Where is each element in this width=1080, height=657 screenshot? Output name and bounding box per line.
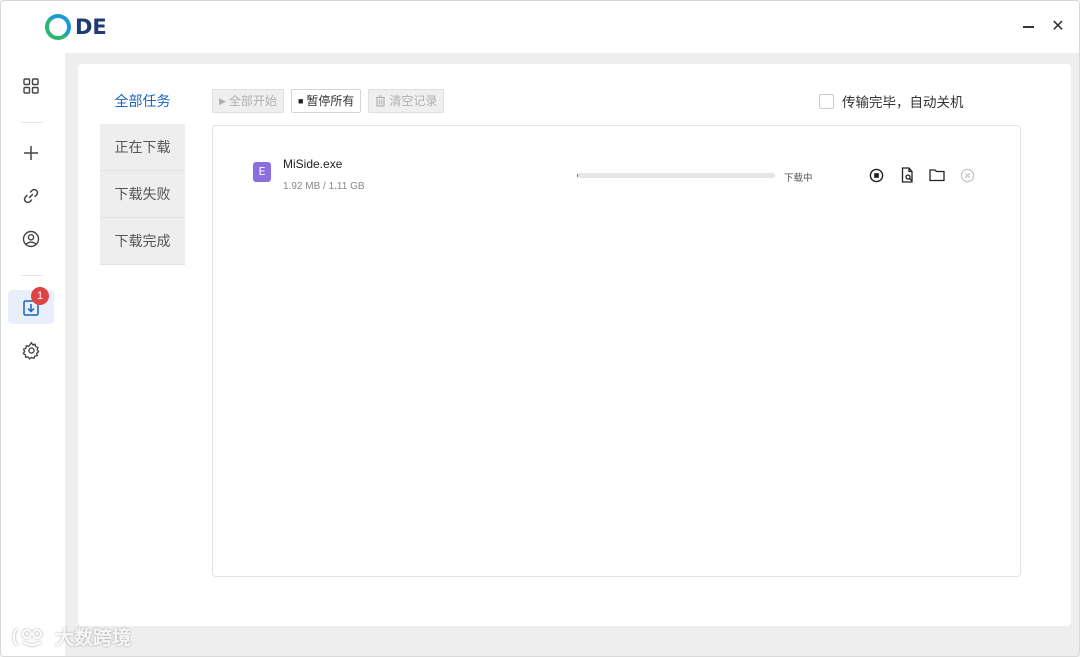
auto-shutdown-option[interactable]: 传输完毕，自动关机 [819, 91, 964, 111]
auto-shutdown-label: 传输完毕，自动关机 [842, 95, 964, 110]
view-file-button[interactable] [897, 165, 917, 185]
tab-completed[interactable]: 下载完成 [100, 218, 185, 265]
gear-icon [21, 341, 40, 360]
download-status: 下载中 [784, 173, 813, 184]
watermark-logo-icon [13, 627, 42, 646]
watermark: 大数跨境 [11, 623, 131, 650]
file-name: MiSide.exe [283, 157, 343, 171]
watermark-text: 大数跨境 [55, 628, 132, 649]
folder-icon [929, 169, 945, 182]
app-window: DE ✕ 1 全部任务 正在下载 下载失败 下载完成 ▶ 全部开始 ■ 暂停所有… [0, 0, 1080, 657]
main-panel: 全部任务 正在下载 下载失败 下载完成 ▶ 全部开始 ■ 暂停所有 清空记录 传… [78, 64, 1071, 626]
tab-downloading[interactable]: 正在下载 [100, 124, 185, 171]
sidebar-item-settings[interactable] [19, 338, 43, 362]
app-logo: DE [45, 13, 107, 41]
minimize-button[interactable] [1018, 17, 1038, 37]
delete-task-button[interactable] [957, 165, 977, 185]
download-progress-bar [577, 173, 775, 178]
stop-circle-icon [869, 168, 883, 182]
plus-icon [24, 146, 38, 160]
progress-fill [577, 173, 578, 178]
toolbar: ▶ 全部开始 ■ 暂停所有 清空记录 [212, 89, 445, 113]
link-icon [23, 188, 39, 204]
download-count-badge: 1 [31, 287, 49, 305]
sidebar-item-link[interactable] [19, 184, 43, 208]
title-bar: DE ✕ [1, 1, 1079, 53]
file-search-icon [901, 167, 913, 183]
user-icon [22, 230, 40, 248]
sidebar-item-add[interactable] [19, 141, 43, 165]
auto-shutdown-checkbox[interactable] [819, 93, 834, 109]
close-button[interactable]: ✕ [1048, 17, 1068, 37]
start-all-button[interactable]: ▶ 全部开始 [212, 89, 284, 113]
pause-all-button[interactable]: ■ 暂停所有 [290, 89, 362, 113]
pause-all-label: 暂停所有 [306, 94, 355, 108]
start-all-label: 全部开始 [228, 94, 277, 108]
open-folder-button[interactable] [927, 165, 947, 185]
sidebar: 1 [1, 53, 65, 656]
file-size: 1.92 MB / 1.11 GB [283, 181, 365, 192]
tab-failed[interactable]: 下载失败 [100, 171, 185, 218]
trash-icon [376, 95, 386, 107]
logo-text: DE [75, 15, 107, 39]
tab-all-tasks[interactable]: 全部任务 [100, 78, 185, 124]
close-icon: ✕ [1051, 18, 1065, 35]
clear-records-button[interactable]: 清空记录 [368, 89, 445, 113]
sidebar-divider [21, 275, 43, 276]
minimize-icon [1022, 26, 1034, 28]
stop-button[interactable] [866, 165, 886, 185]
list-item: E MiSide.exe 1.92 MB / 1.11 GB 下载中 [213, 126, 1020, 226]
grid-icon [23, 78, 39, 94]
cancel-circle-icon [960, 168, 974, 182]
download-list: E MiSide.exe 1.92 MB / 1.11 GB 下载中 [212, 125, 1021, 577]
sidebar-item-dashboard[interactable] [19, 74, 43, 98]
sidebar-item-account[interactable] [19, 227, 43, 251]
logo-ring-icon [45, 14, 71, 40]
exe-file-icon: E [253, 162, 271, 182]
stop-square-icon: ■ [297, 96, 304, 106]
play-icon: ▶ [219, 96, 226, 106]
sidebar-divider [21, 122, 43, 123]
task-tabs: 全部任务 正在下载 下载失败 下载完成 [100, 78, 185, 265]
clear-records-label: 清空记录 [389, 94, 438, 108]
